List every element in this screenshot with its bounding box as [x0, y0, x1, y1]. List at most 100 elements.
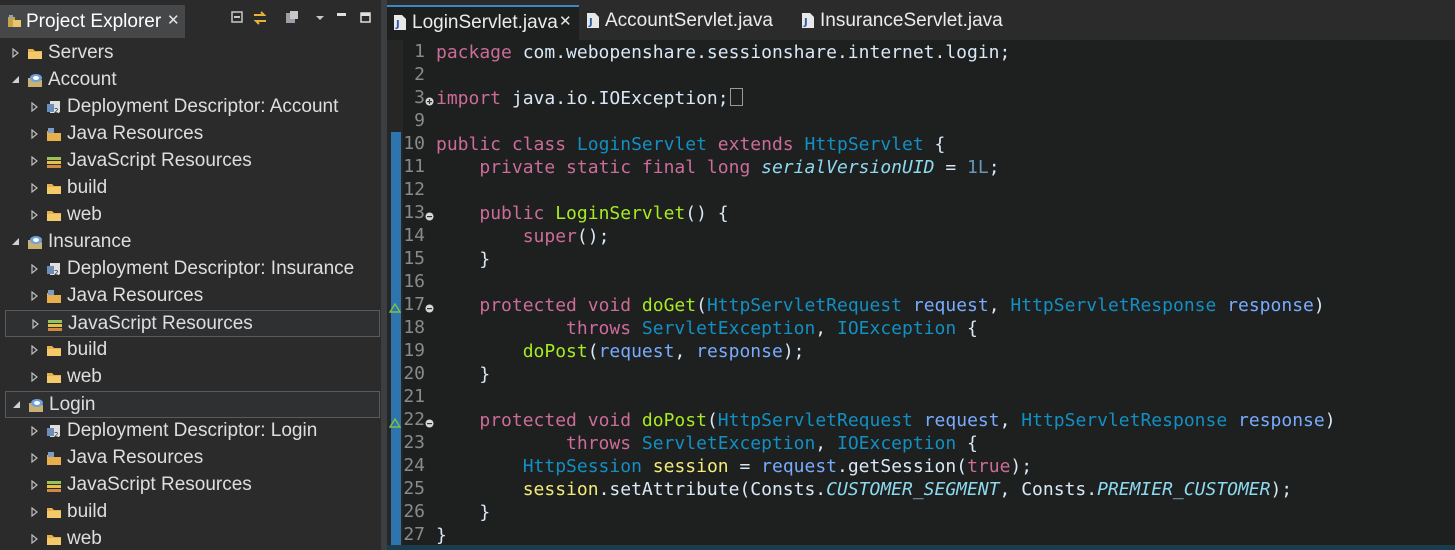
code-line[interactable]: 25 session.setAttribute(Consts.CUSTOMER_…	[387, 478, 1455, 501]
line-number: 26	[403, 501, 425, 522]
code-token: }	[436, 502, 491, 523]
code-token: PREMIER_CUSTOMER	[1097, 479, 1271, 500]
project-explorer-tab[interactable]: Project Explorer ✕	[0, 5, 186, 38]
line-number: 24	[403, 455, 425, 476]
code-line[interactable]: 3 import java.io.IOException;	[387, 87, 1455, 110]
code-line[interactable]: 2	[387, 64, 1455, 87]
code-line[interactable]: 17 protected void doGet(HttpServletReque…	[387, 294, 1455, 317]
tree-item-web[interactable]: web	[0, 202, 381, 229]
code-token: public	[479, 203, 556, 224]
tree-item-java-resources[interactable]: Java Resources	[0, 283, 381, 310]
code-token: import	[436, 88, 502, 109]
tree-item-java-resources[interactable]: Java Resources	[0, 445, 381, 472]
code-token: ,	[815, 318, 837, 339]
code-line[interactable]: 22 protected void doPost(HttpServletRequ…	[387, 409, 1455, 432]
tree-item-web[interactable]: web	[0, 364, 381, 391]
maximize-icon[interactable]	[358, 10, 374, 26]
code-token: ServletException	[641, 318, 816, 339]
code-line[interactable]: 20 }	[387, 363, 1455, 386]
link-with-editor-icon[interactable]	[252, 10, 268, 26]
code-editor[interactable]: 1 package com.webopenshare.sessionshare.i…	[387, 40, 1455, 550]
code-token: (	[706, 410, 718, 431]
tree-item-servers[interactable]: Servers	[0, 40, 381, 67]
code-line[interactable]: 10 public class LoginServlet extends Http…	[387, 133, 1455, 156]
tree-item-build[interactable]: build	[0, 337, 381, 364]
tree-item-login[interactable]: Login	[5, 391, 380, 418]
code-line[interactable]: 23 throws ServletException, IOException …	[387, 432, 1455, 455]
tree-item-web[interactable]: web	[0, 526, 381, 550]
folded-region-marker[interactable]	[729, 88, 743, 106]
code-token: );	[782, 341, 805, 362]
tree-item-deployment-descriptor-insurance[interactable]: 2.5 Deployment Descriptor: Insurance	[0, 256, 381, 283]
editor-tab-loginservlet[interactable]: J LoginServlet.java ✕	[387, 5, 579, 40]
code-token: package	[436, 42, 512, 63]
editor-tab-accountservlet[interactable]: J AccountServlet.java	[580, 5, 790, 40]
override-marker-icon[interactable]	[388, 415, 402, 428]
tree-item-label: build	[67, 339, 108, 360]
code-line[interactable]: 9	[387, 110, 1455, 133]
code-text: super();	[436, 225, 610, 248]
tree-item-deployment-descriptor-login[interactable]: 2.5 Deployment Descriptor: Login	[0, 418, 381, 445]
code-token: () {	[685, 203, 729, 224]
override-marker-icon[interactable]	[388, 300, 402, 313]
code-line[interactable]: 21	[387, 386, 1455, 409]
code-token: )	[1324, 410, 1336, 431]
collapse-fold-icon[interactable]	[425, 300, 434, 313]
code-token: com.webopenshare.sessionshare.internet.l…	[511, 42, 1011, 63]
tree-item-label: Login	[49, 394, 96, 415]
tree-item-insurance[interactable]: Insurance	[0, 229, 381, 256]
collapse-fold-icon[interactable]	[425, 208, 434, 221]
tree-item-build[interactable]: build	[0, 175, 381, 202]
code-token: IOException	[836, 433, 957, 454]
code-line[interactable]: 14 super();	[387, 225, 1455, 248]
tree-item-java-resources[interactable]: Java Resources	[0, 121, 381, 148]
code-line[interactable]: 24 HttpSession session = request.getSess…	[387, 455, 1455, 478]
tree-item-label: web	[67, 528, 102, 549]
code-line[interactable]: 12	[387, 179, 1455, 202]
close-icon[interactable]: ✕	[167, 11, 180, 29]
explorer-tabbar: Project Explorer ✕	[0, 0, 381, 38]
java-file-icon: J	[394, 15, 406, 30]
line-number: 13	[403, 202, 425, 223]
code-text: protected void doPost(HttpServletRequest…	[436, 409, 1336, 432]
editor-tab-insuranceservlet[interactable]: J InsuranceServlet.java	[795, 5, 1035, 40]
code-token: session	[522, 479, 599, 500]
tree-item-deployment-descriptor-account[interactable]: 2.5 Deployment Descriptor: Account	[0, 94, 381, 121]
code-token: private static final long	[479, 157, 762, 178]
collapse-all-icon[interactable]	[230, 10, 246, 26]
code-line[interactable]: 1 package com.webopenshare.sessionshare.i…	[387, 41, 1455, 64]
code-line[interactable]: 18 throws ServletException, IOException …	[387, 317, 1455, 340]
expand-fold-icon[interactable]	[425, 93, 434, 106]
tree-item-javascript-resources[interactable]: JavaScript Resources	[0, 148, 381, 175]
code-line[interactable]: 13 public LoginServlet() {	[387, 202, 1455, 225]
tree-item-javascript-resources[interactable]: JavaScript Resources	[0, 472, 381, 499]
view-menu-icon[interactable]	[312, 10, 328, 26]
close-icon[interactable]: ✕	[559, 12, 572, 30]
code-token: .setAttribute(Consts.	[598, 479, 827, 500]
tree-item-javascript-resources[interactable]: JavaScript Resources	[5, 310, 380, 337]
code-line[interactable]: 26 }	[387, 501, 1455, 524]
code-token: HttpServletRequest	[706, 295, 903, 316]
editor-tab-label: LoginServlet.java	[412, 12, 558, 33]
minimize-icon[interactable]	[334, 10, 350, 26]
code-token: serialVersionUID	[761, 157, 935, 178]
code-token: request	[912, 295, 989, 316]
code-token: extends	[706, 134, 805, 155]
filter-icon[interactable]	[284, 10, 300, 26]
code-line[interactable]: 11 private static final long serialVersi…	[387, 156, 1455, 179]
code-token: }	[436, 525, 447, 546]
code-token: =	[934, 157, 968, 178]
tree-item-build[interactable]: build	[0, 499, 381, 526]
tree-item-account[interactable]: Account	[0, 67, 381, 94]
code-text: import java.io.IOException;	[436, 87, 743, 110]
code-line[interactable]: 16	[387, 271, 1455, 294]
code-line[interactable]: 27}	[387, 524, 1455, 547]
code-token: ,	[815, 433, 837, 454]
code-text: HttpSession session = request.getSession…	[436, 455, 1032, 478]
code-line[interactable]: 19 doPost(request, response);	[387, 340, 1455, 363]
editor-tab-label: AccountServlet.java	[605, 10, 773, 31]
code-line[interactable]: 15 }	[387, 248, 1455, 271]
collapse-fold-icon[interactable]	[425, 415, 434, 428]
